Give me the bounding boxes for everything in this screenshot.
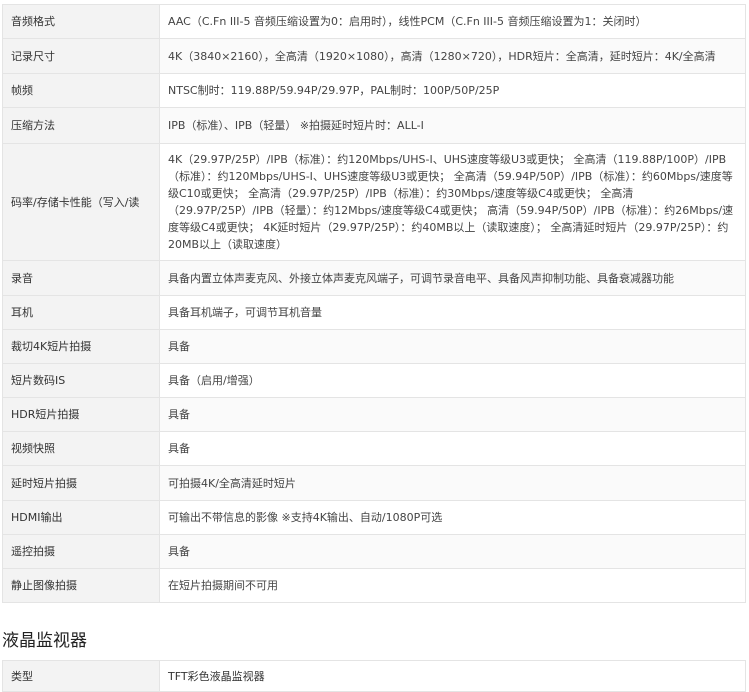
row-value: 可输出不带信息的影像 ※支持4K输出、自动/1080P可选 — [159, 500, 746, 535]
row-label: 类型 — [2, 660, 160, 692]
table-row: 裁切4K短片拍摄 具备 — [2, 329, 746, 364]
row-value: 具备耳机端子，可调节耳机音量 — [159, 295, 746, 330]
table-row: HDR短片拍摄 具备 — [2, 397, 746, 432]
table-row: 遥控拍摄 具备 — [2, 534, 746, 569]
row-value: NTSC制时：119.88P/59.94P/29.97P，PAL制时：100P/… — [159, 73, 746, 108]
table-row: 静止图像拍摄 在短片拍摄期间不可用 — [2, 568, 746, 603]
row-label: 压缩方法 — [2, 107, 160, 144]
table-row: 压缩方法 IPB（标准）、IPB（轻量） ※拍摄延时短片时：ALL-I — [2, 107, 746, 144]
row-value: 具备 — [159, 534, 746, 569]
table-row: 帧频 NTSC制时：119.88P/59.94P/29.97P，PAL制时：10… — [2, 73, 746, 108]
table-row: 短片数码IS 具备（启用/增强） — [2, 363, 746, 398]
row-value: 具备 — [159, 431, 746, 466]
row-label: 音频格式 — [2, 4, 160, 39]
row-value: 具备（启用/增强） — [159, 363, 746, 398]
row-label: HDR短片拍摄 — [2, 397, 160, 432]
row-label: 短片数码IS — [2, 363, 160, 398]
row-label: 静止图像拍摄 — [2, 568, 160, 603]
row-label: 遥控拍摄 — [2, 534, 160, 569]
table-row: 录音 具备内置立体声麦克风、外接立体声麦克风端子，可调节录音电平、具备风声抑制功… — [2, 260, 746, 296]
row-label: 延时短片拍摄 — [2, 465, 160, 501]
row-label: 裁切4K短片拍摄 — [2, 329, 160, 364]
row-value: TFT彩色液晶监视器 — [159, 660, 746, 692]
row-label: 记录尺寸 — [2, 38, 160, 74]
row-value: 具备 — [159, 329, 746, 364]
row-label: 录音 — [2, 260, 160, 296]
table-row: 音频格式 AAC（C.Fn III-5 音频压缩设置为0：启用时），线性PCM（… — [2, 4, 746, 39]
table-row: 延时短片拍摄 可拍摄4K/全高清延时短片 — [2, 465, 746, 501]
row-value: 4K（29.97P/25P）/IPB（标准）：约120Mbps/UHS-I、UH… — [159, 143, 746, 261]
row-label: 帧频 — [2, 73, 160, 108]
table-row: 类型 TFT彩色液晶监视器 — [2, 660, 746, 692]
row-label: 视频快照 — [2, 431, 160, 466]
row-value: IPB（标准）、IPB（轻量） ※拍摄延时短片时：ALL-I — [159, 107, 746, 144]
table-row: 记录尺寸 4K（3840×2160），全高清（1920×1080），高清（128… — [2, 38, 746, 74]
video-spec-table: 音频格式 AAC（C.Fn III-5 音频压缩设置为0：启用时），线性PCM（… — [2, 4, 746, 603]
table-row: HDMI输出 可输出不带信息的影像 ※支持4K输出、自动/1080P可选 — [2, 500, 746, 535]
table-row: 视频快照 具备 — [2, 431, 746, 466]
row-value: 4K（3840×2160），全高清（1920×1080），高清（1280×720… — [159, 38, 746, 74]
table-row: 耳机 具备耳机端子，可调节耳机音量 — [2, 295, 746, 330]
section-title: 液晶监视器 — [2, 631, 87, 651]
row-value: 具备内置立体声麦克风、外接立体声麦克风端子，可调节录音电平、具备风声抑制功能、具… — [159, 260, 746, 296]
table-row: 码率/存储卡性能（写入/读 4K（29.97P/25P）/IPB（标准）：约12… — [2, 143, 746, 261]
row-value: 具备 — [159, 397, 746, 432]
lcd-spec-table: 类型 TFT彩色液晶监视器 — [2, 660, 746, 692]
row-value: 可拍摄4K/全高清延时短片 — [159, 465, 746, 501]
row-value: AAC（C.Fn III-5 音频压缩设置为0：启用时），线性PCM（C.Fn … — [159, 4, 746, 39]
row-label: 码率/存储卡性能（写入/读 — [2, 143, 160, 261]
row-value: 在短片拍摄期间不可用 — [159, 568, 746, 603]
row-label: HDMI输出 — [2, 500, 160, 535]
row-label: 耳机 — [2, 295, 160, 330]
